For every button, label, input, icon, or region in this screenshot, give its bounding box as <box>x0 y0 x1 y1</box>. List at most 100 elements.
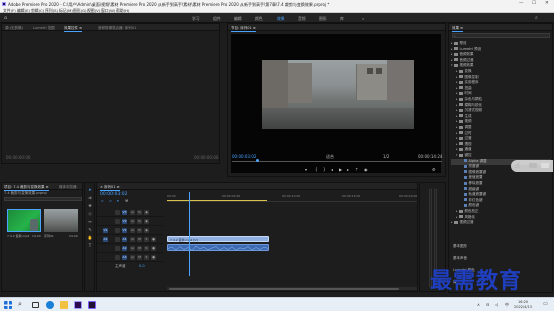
track-target-v2[interactable] <box>115 218 120 224</box>
lock-icon[interactable]: ⊡ <box>130 227 135 233</box>
workspace-assembly[interactable]: 组件 <box>213 16 221 22</box>
track-label-a3[interactable]: A3 <box>122 254 127 260</box>
track-target-v1[interactable] <box>115 227 120 233</box>
effects-tree-item[interactable]: ▸ 视频过渡 <box>451 220 474 226</box>
clip-thumbnail-2[interactable] <box>44 209 78 232</box>
tab-audio-clip-mixer[interactable]: 音频剪辑混合器: 序列01 <box>98 26 136 31</box>
hand-tool-icon[interactable]: ✋ <box>87 235 93 241</box>
tab-source[interactable]: 源:(无剪辑) <box>5 26 23 31</box>
program-timecode[interactable]: 00:00:03:02 <box>232 154 256 159</box>
task-view-icon[interactable] <box>32 302 39 308</box>
search-icon[interactable]: ⌕ <box>535 15 538 21</box>
workspace-color[interactable]: 颜色 <box>255 16 263 22</box>
maximize-button[interactable]: ☐ <box>532 1 536 6</box>
project-search-input[interactable] <box>4 197 82 201</box>
work-area-bar[interactable] <box>167 200 267 201</box>
solo-button[interactable]: S <box>144 236 149 242</box>
panel-essential-graphics[interactable]: 基本图形 <box>453 244 467 249</box>
pen-tool-icon[interactable]: ✎ <box>87 227 93 233</box>
mute-button[interactable]: M <box>137 245 142 251</box>
workspace-audio[interactable]: 音频 <box>298 16 306 22</box>
panel-essential-sound[interactable]: 基本声音 <box>453 256 467 261</box>
tab-project[interactable]: 项目: 7.4 裁剪与变换效果 ≡ <box>4 185 49 191</box>
more-workspaces-icon[interactable]: » <box>362 16 364 21</box>
source-patch-v1[interactable]: V1 <box>103 227 108 233</box>
mic-icon[interactable]: ● <box>151 254 156 260</box>
video-clip[interactable]: 7.4.2 变换.mp4 [V] <box>167 236 269 242</box>
mic-icon[interactable]: ● <box>151 245 156 251</box>
workspace-graphics[interactable]: 图形 <box>319 16 327 22</box>
scrollbar-thumb[interactable] <box>169 287 399 290</box>
minimize-button[interactable]: — <box>519 1 524 6</box>
track-label-a2[interactable]: A2 <box>122 245 127 251</box>
timeline-playhead[interactable] <box>188 192 190 276</box>
export-frame-icon[interactable]: ◉ <box>364 167 368 172</box>
track-select-tool-icon[interactable]: ⇉ <box>87 195 93 201</box>
tray-chevron-icon[interactable]: ∧ <box>477 302 480 307</box>
workspace-libraries[interactable]: 库 <box>340 16 344 22</box>
lock-icon[interactable]: ⊡ <box>130 218 135 224</box>
timeline-horizontal-scrollbar[interactable] <box>167 287 417 290</box>
tab-program[interactable]: 节目: 序列01 ≡ <box>231 26 256 32</box>
clock-time[interactable]: 16:20 <box>518 300 528 304</box>
workspace-editing[interactable]: 编辑 <box>234 16 242 22</box>
eye-icon[interactable]: ◉ <box>144 209 149 215</box>
type-tool-icon[interactable]: T <box>87 243 93 249</box>
windows-start-icon[interactable] <box>4 301 12 309</box>
workspace-effects[interactable]: 效果 <box>277 16 285 24</box>
add-marker-icon[interactable]: ▾ <box>305 167 307 172</box>
tab-lumetri-scopes[interactable]: Lumetri 范围 <box>33 26 55 31</box>
step-forward-icon[interactable]: ▸ <box>347 167 349 172</box>
mark-in-icon[interactable]: { <box>315 167 318 172</box>
clock-date[interactable]: 2022/4/13 <box>514 305 532 309</box>
track-target-a2[interactable] <box>115 245 120 251</box>
track-target-v3[interactable] <box>115 209 120 215</box>
mark-out-icon[interactable]: } <box>323 167 326 172</box>
edge-icon[interactable] <box>46 301 54 309</box>
program-playhead[interactable] <box>256 159 259 162</box>
track-label-v1[interactable]: V1 <box>122 227 127 233</box>
solo-button[interactable]: S <box>144 245 149 251</box>
lock-icon[interactable]: ⊡ <box>130 209 135 215</box>
timeline-settings-icon[interactable]: ⚒ <box>125 199 128 203</box>
step-back-icon[interactable]: ◂ <box>331 167 333 172</box>
add-marker-timeline-icon[interactable]: ▾ <box>117 199 119 203</box>
network-icon[interactable]: ⊟ <box>486 302 489 307</box>
effects-search-input[interactable]: ⌕ <box>452 33 550 38</box>
slip-tool-icon[interactable]: ↔ <box>87 219 93 225</box>
tab-effects[interactable]: 效果 ≡ <box>452 26 464 32</box>
mute-button[interactable]: M <box>137 236 142 242</box>
ime-indicator[interactable]: 中 <box>505 302 509 308</box>
close-button[interactable]: ✕ <box>545 1 549 6</box>
tab-effect-controls[interactable]: 效果控件 ≡ <box>64 26 83 32</box>
search-icon[interactable]: ⌕ <box>18 300 26 308</box>
ripple-edit-tool-icon[interactable]: ✥ <box>87 203 93 209</box>
notifications-icon[interactable]: ▭ <box>543 301 548 307</box>
lock-icon[interactable]: ⊡ <box>130 245 135 251</box>
tab-media-browser[interactable]: 媒体浏览器 <box>59 185 77 190</box>
sync-lock-icon[interactable]: ⇆ <box>137 218 142 224</box>
premiere-taskbar-icon[interactable] <box>74 301 82 309</box>
program-video-area[interactable] <box>231 34 441 173</box>
timeline-timecode[interactable]: 00:00:03:02 <box>100 192 127 197</box>
clip-thumbnail-1[interactable] <box>7 209 41 232</box>
master-volume[interactable]: 0.0 <box>139 264 145 268</box>
linked-selection-icon[interactable]: ⊃ <box>109 199 112 203</box>
track-label-v3[interactable]: V3 <box>122 209 127 215</box>
lock-icon[interactable]: ⊡ <box>130 254 135 260</box>
track-target-a1[interactable] <box>115 236 120 242</box>
fit-dropdown[interactable]: 适合 <box>326 154 334 160</box>
lock-icon[interactable]: ⊡ <box>130 236 135 242</box>
mic-icon[interactable]: ● <box>151 236 156 242</box>
sync-lock-icon[interactable]: ⇆ <box>137 227 142 233</box>
eye-icon[interactable]: ◉ <box>144 227 149 233</box>
sync-lock-icon[interactable]: ⇆ <box>137 209 142 215</box>
source-patch-a1[interactable]: A1 <box>103 236 108 242</box>
solo-button[interactable]: S <box>144 254 149 260</box>
eye-icon[interactable]: ◉ <box>144 218 149 224</box>
tab-sequence[interactable]: × 序列01 ≡ <box>100 185 120 191</box>
home-icon[interactable]: ⌂ <box>4 15 7 21</box>
workspace-learn[interactable]: 学习 <box>192 16 200 22</box>
play-icon[interactable]: ▶ <box>339 167 342 172</box>
media-encoder-taskbar-icon[interactable] <box>88 301 96 309</box>
